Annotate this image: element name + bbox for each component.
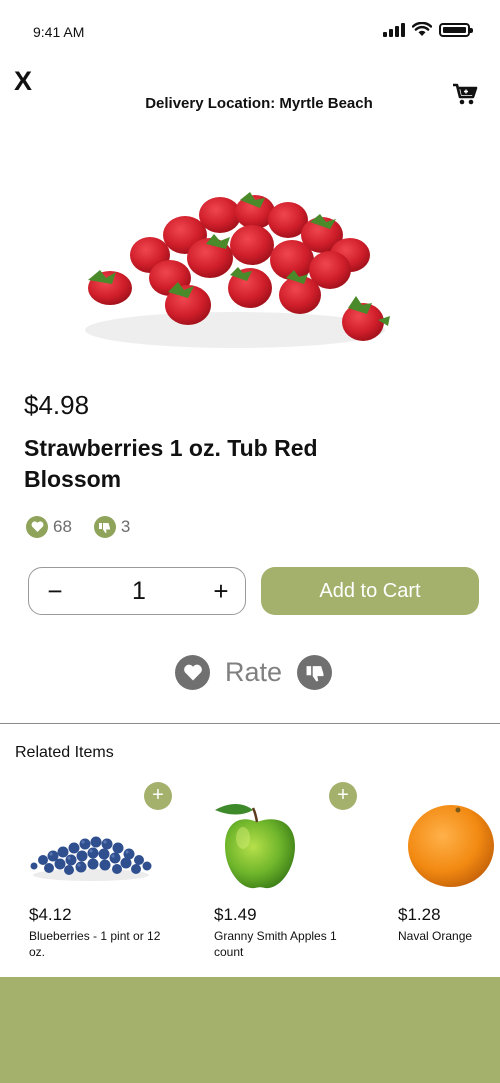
product-name: Strawberries 1 oz. Tub Red Blossom xyxy=(24,435,318,492)
heart-icon xyxy=(26,516,48,538)
likes-count: 68 xyxy=(53,517,72,536)
related-item-naval-orange[interactable]: $1.28 Naval Orange xyxy=(398,780,500,970)
bottom-bar xyxy=(0,977,500,1083)
related-items-title: Related Items xyxy=(15,744,114,761)
like-button[interactable] xyxy=(175,655,210,690)
product-price: $4.98 xyxy=(24,390,90,420)
signal-icon xyxy=(383,22,405,37)
decrease-quantity-button[interactable]: − xyxy=(41,576,69,606)
related-item-price: $4.12 xyxy=(29,905,72,924)
increase-quantity-button[interactable]: + xyxy=(207,576,235,606)
status-icons xyxy=(383,22,473,37)
add-related-item-button[interactable]: + xyxy=(329,782,357,810)
thumbs-down-icon xyxy=(93,516,116,538)
thumbs-down-icon xyxy=(306,665,324,681)
rate-row: Rate xyxy=(175,655,333,690)
delivery-location[interactable]: Delivery Location: Myrtle Beach xyxy=(0,95,500,112)
close-button[interactable]: X xyxy=(14,66,32,96)
wifi-icon xyxy=(412,22,432,36)
battery-icon xyxy=(439,22,473,37)
related-item-granny-smith-apple[interactable]: + $1.49 Granny Smith Apples 1 count xyxy=(214,780,384,970)
quantity-value[interactable]: 1 xyxy=(99,577,179,606)
status-time: 9:41 AM xyxy=(33,24,85,40)
divider xyxy=(0,723,500,724)
quantity-stepper: − 1 + xyxy=(28,567,246,615)
related-item-name: Blueberries - 1 pint or 12 oz. xyxy=(29,929,161,959)
related-item-blueberries[interactable]: + $4.12 Blueberries - 1 pint or 12 oz. xyxy=(29,780,199,970)
status-bar: 9:41 AM xyxy=(0,0,500,60)
related-item-name: Granny Smith Apples 1 count xyxy=(214,929,337,959)
dislike-button[interactable] xyxy=(297,655,333,690)
strawberries-image xyxy=(85,192,390,348)
orange-image xyxy=(408,805,494,887)
blueberries-image xyxy=(30,836,152,881)
related-item-price: $1.28 xyxy=(398,905,441,924)
dislikes-count: 3 xyxy=(120,517,131,536)
add-related-item-button[interactable]: + xyxy=(144,782,172,810)
green-apple-image xyxy=(215,804,295,889)
rating-counts: 68 3 xyxy=(26,516,130,538)
heart-icon xyxy=(183,664,202,680)
rate-label: Rate xyxy=(225,657,283,687)
cart-icon[interactable] xyxy=(452,82,478,106)
related-item-name: Naval Orange xyxy=(398,929,473,943)
related-item-price: $1.49 xyxy=(214,905,257,924)
add-to-cart-button[interactable]: Add to Cart xyxy=(261,567,479,615)
